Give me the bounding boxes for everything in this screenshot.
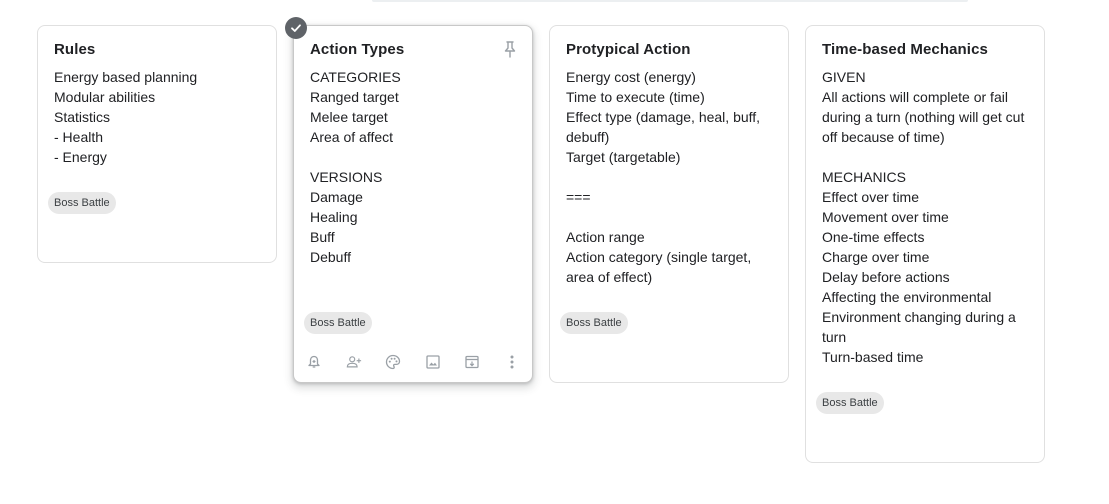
note-line: Time to execute (time) bbox=[566, 89, 705, 105]
note-line: Turn-based time bbox=[822, 349, 924, 365]
note-body: Energy cost (energy) Time to execute (ti… bbox=[566, 67, 776, 287]
note-line: - Energy bbox=[54, 149, 107, 165]
label-chip[interactable]: Boss Battle bbox=[816, 392, 884, 414]
note-line: Charge over time bbox=[822, 249, 930, 265]
note-card-action-types[interactable]: Action Types CATEGORIES Ranged target Me… bbox=[293, 25, 533, 383]
note-body: GIVEN All actions will complete or fail … bbox=[822, 67, 1032, 367]
note-line: Energy based planning bbox=[54, 69, 198, 85]
note-card-rules[interactable]: Rules Energy based planning Modular abil… bbox=[37, 25, 277, 263]
note-line: VERSIONS bbox=[310, 169, 383, 185]
note-body: Energy based planning Modular abilities … bbox=[54, 67, 264, 167]
label-chip[interactable]: Boss Battle bbox=[560, 312, 628, 334]
note-line: Environment changing during a turn bbox=[822, 309, 1016, 345]
note-line: Modular abilities bbox=[54, 89, 156, 105]
more-options-icon[interactable] bbox=[504, 354, 520, 370]
note-card-protypical-action[interactable]: Protypical Action Energy cost (energy) T… bbox=[549, 25, 789, 383]
note-title: Time-based Mechanics bbox=[822, 41, 988, 58]
label-chip[interactable]: Boss Battle bbox=[304, 312, 372, 334]
select-note-check-icon[interactable] bbox=[285, 17, 307, 39]
pin-icon[interactable] bbox=[502, 40, 518, 58]
note-title: Action Types bbox=[310, 41, 405, 58]
note-line bbox=[566, 207, 776, 227]
note-title: Rules bbox=[54, 41, 96, 58]
note-title: Protypical Action bbox=[566, 41, 691, 58]
note-line bbox=[822, 147, 1032, 167]
note-line: One-time effects bbox=[822, 229, 925, 245]
archive-icon[interactable] bbox=[464, 354, 480, 370]
note-line: Healing bbox=[310, 209, 358, 225]
note-toolbar bbox=[306, 353, 520, 371]
label-chip[interactable]: Boss Battle bbox=[48, 192, 116, 214]
note-line: Delay before actions bbox=[822, 269, 950, 285]
note-line: GIVEN bbox=[822, 69, 866, 85]
note-line: === bbox=[566, 189, 591, 205]
background-options-icon[interactable] bbox=[385, 354, 401, 370]
note-line: CATEGORIES bbox=[310, 69, 401, 85]
add-image-icon[interactable] bbox=[425, 354, 441, 370]
note-line: Debuff bbox=[310, 249, 351, 265]
note-line: Movement over time bbox=[822, 209, 949, 225]
note-line: Action range bbox=[566, 229, 645, 245]
note-body: CATEGORIES Ranged target Melee target Ar… bbox=[310, 67, 520, 267]
note-line: Target (targetable) bbox=[566, 149, 681, 165]
note-line bbox=[566, 167, 776, 187]
note-line: Melee target bbox=[310, 109, 388, 125]
remind-me-icon[interactable] bbox=[306, 354, 322, 370]
note-line: - Health bbox=[54, 129, 104, 145]
note-line: Action category (single target, area of … bbox=[566, 249, 752, 285]
note-line: Effect over time bbox=[822, 189, 920, 205]
note-line: Effect type (damage, heal, buff, debuff) bbox=[566, 109, 761, 145]
note-line bbox=[310, 147, 520, 167]
note-card-time-based-mechanics[interactable]: Time-based Mechanics GIVEN All actions w… bbox=[805, 25, 1045, 463]
note-line: MECHANICS bbox=[822, 169, 907, 185]
note-line: Statistics bbox=[54, 109, 111, 125]
note-line: Area of affect bbox=[310, 129, 394, 145]
note-line: Affecting the environmental bbox=[822, 289, 992, 305]
note-line: Buff bbox=[310, 229, 335, 245]
note-line: Energy cost (energy) bbox=[566, 69, 696, 85]
note-line: Damage bbox=[310, 189, 363, 205]
collaborator-icon[interactable] bbox=[346, 354, 362, 370]
top-divider bbox=[372, 0, 968, 2]
note-line: Ranged target bbox=[310, 89, 399, 105]
note-line: All actions will complete or fail during… bbox=[822, 89, 1025, 145]
